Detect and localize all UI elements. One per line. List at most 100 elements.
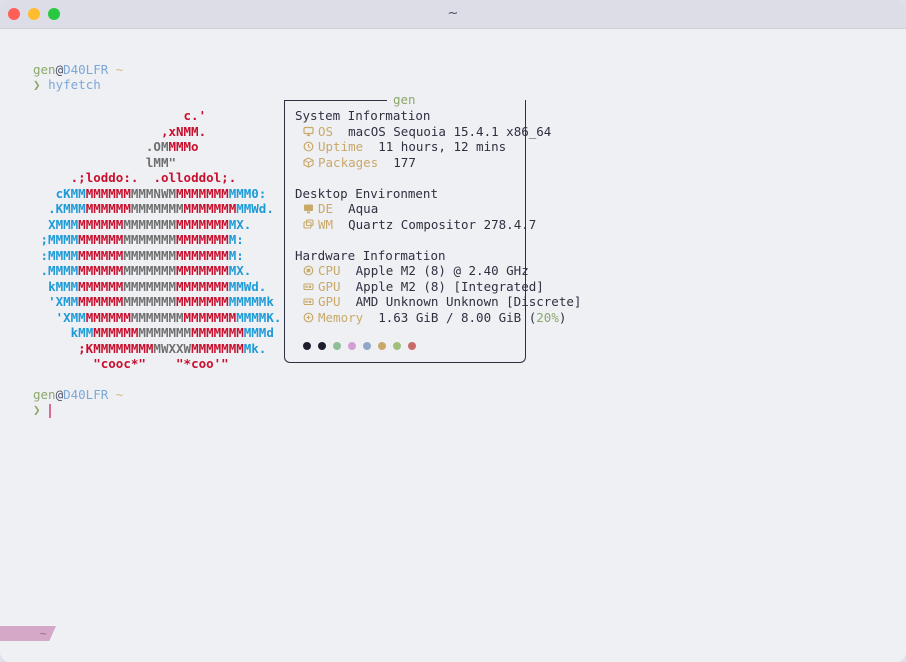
info-key: OS — [318, 123, 334, 139]
info-row: OS macOS Sequoia 15.4.1 x86_64 — [303, 124, 551, 139]
logo-segment: MMMMMMM — [183, 309, 237, 325]
logo-line: lMM" — [33, 155, 176, 170]
logo-segment — [33, 186, 56, 201]
prompt-host: D40LFR — [63, 62, 109, 77]
palette-dot — [318, 342, 326, 350]
info-value: macOS Sequoia 15.4.1 x86_64 — [348, 123, 552, 139]
logo-segment — [33, 155, 146, 170]
logo-segment — [33, 294, 48, 309]
logo-line: kMMMMMMMMMMMMMMMMMMMMMMMMMd — [33, 325, 274, 340]
logo-segment: MMMMMMM — [138, 325, 192, 340]
logo-segment: MX. — [228, 263, 252, 278]
logo-segment: cKMM — [55, 185, 86, 201]
info-key: GPU — [318, 294, 341, 309]
window-title: ~ — [447, 6, 459, 21]
logo-segment: MMMMMM — [78, 263, 124, 278]
info-value: Aqua — [348, 201, 379, 216]
info-row: Uptime 11 hours, 12 mins — [303, 139, 506, 154]
logo-segment — [33, 217, 48, 232]
info-key: GPU — [318, 278, 341, 294]
logo-segment: MMMMMMM — [176, 232, 229, 247]
logo-segment: "cooc*" — [93, 356, 146, 371]
logo-segment: MMMMMM — [85, 309, 131, 325]
logo-segment: kMMM — [48, 278, 79, 294]
logo-segment: MWXXW — [153, 340, 192, 356]
prompt-at: @ — [55, 387, 64, 402]
prompt-dir: ~ — [115, 387, 124, 402]
logo-segment: .MMMM — [40, 263, 79, 278]
logo-segment: MMMMMM — [78, 232, 124, 247]
window-icon — [303, 217, 318, 232]
logo-segment: MMMMMM — [78, 247, 124, 263]
clock-icon — [303, 139, 318, 154]
status-bar: ~ — [0, 626, 63, 641]
logo-segment: ,xNMM. — [160, 123, 207, 139]
logo-segment: MMMo — [168, 139, 199, 154]
logo-segment: MMMMMM — [93, 325, 139, 340]
logo-segment — [33, 139, 146, 154]
logo-segment: MMWd. — [236, 201, 274, 216]
logo-segment: MMMMMMM — [130, 309, 184, 325]
palette-dot — [393, 342, 401, 350]
logo-segment: MMMMMMM — [123, 263, 177, 278]
info-value: Quartz Compositor 278.4.7 — [348, 216, 537, 232]
logo-segment: c.' — [183, 108, 207, 123]
logo-segment: MMWd. — [228, 278, 267, 294]
logo-segment: lMM" — [145, 154, 176, 170]
status-label: ~ — [40, 627, 47, 640]
logo-segment: MMM0: — [228, 185, 267, 201]
logo-segment: ;MMMM — [40, 232, 79, 247]
prompt-host: D40LFR — [63, 387, 109, 402]
palette-dot — [363, 342, 371, 350]
logo-segment: MX. — [228, 216, 252, 232]
logo-segment: M: — [228, 247, 244, 263]
info-row: CPU Apple M2 (8) @ 2.40 GHz — [303, 263, 529, 278]
command-line-1: ❯ hyfetch — [33, 77, 101, 92]
command-line-2[interactable]: ❯ — [33, 402, 52, 418]
logo-segment: Mk. — [243, 340, 267, 356]
logo-segment: .KMMM — [48, 201, 86, 216]
palette-dot — [303, 342, 311, 350]
info-key: WM — [318, 216, 334, 232]
logo-segment: 'XMM — [55, 309, 86, 325]
prompt-line-1: gen@D40LFR ~ — [33, 62, 123, 77]
logo-segment: "*coo'" — [176, 356, 229, 371]
info-row: Packages 177 — [303, 155, 416, 170]
prompt-user: gen — [33, 387, 56, 402]
info-row: GPU Apple M2 (8) [Integrated] — [303, 279, 544, 294]
terminal-content[interactable]: gen@D40LFR ~ ❯ hyfetch c.' ,xNMM. .OMMMM… — [0, 28, 906, 662]
logo-segment: MMMMMMM — [191, 340, 244, 356]
logo-line: 'XMMMMMMMMMMMMMMMMMMMMMMMMMMK. — [33, 309, 282, 325]
palette-dot — [348, 342, 356, 350]
logo-segment: MMMMMMM — [176, 294, 229, 309]
info-key: Memory — [318, 309, 364, 325]
logo-segment: MMMMMMM — [191, 325, 244, 340]
logo-segment: .olloddol;. — [153, 170, 237, 185]
logo-line: c.' — [33, 108, 207, 123]
logo-segment: MMMMMMM — [130, 201, 184, 216]
monitor-icon — [303, 124, 318, 139]
section-title: System Information — [295, 108, 431, 123]
logo-line: :MMMMMMMMMMMMMMMMMMMMMMMMM: — [33, 248, 244, 263]
logo-line: ,xNMM. — [33, 124, 206, 139]
logo-segment — [33, 279, 48, 294]
logo-line: ;MMMMMMMMMMMMMMMMMMMMMMMMM: — [33, 232, 244, 247]
section-title: Desktop Environment — [295, 185, 438, 201]
logo-segment: .OM — [145, 139, 169, 154]
logo-segment: MMMMMMM — [183, 201, 237, 216]
section-title: Hardware Information — [295, 247, 446, 263]
info-value: Apple M2 (8) @ 2.40 GHz — [355, 263, 529, 278]
logo-line: .;loddo:. .olloddol;. — [33, 170, 237, 185]
info-value: Apple M2 (8) [Integrated] — [355, 278, 544, 294]
logo-segment: MMMMMM — [108, 340, 154, 356]
logo-segment: ;KMM — [78, 340, 109, 356]
logo-line: "cooc*" "*coo'" — [33, 356, 229, 371]
logo-line: .OMMMMo — [33, 139, 199, 154]
logo-segment: MMMMMMM — [123, 216, 177, 232]
info-value: 1.63 GiB / 8.00 GiB ( — [378, 309, 537, 325]
terminal-window: ~ gen@D40LFR ~ ❯ hyfetch c.' ,xNMM. .OMM… — [0, 0, 906, 662]
info-row: GPU AMD Unknown Unknown [Discrete] — [303, 294, 581, 309]
logo-segment — [33, 232, 41, 247]
info-box-top-border — [284, 100, 387, 101]
status-tab[interactable] — [0, 626, 56, 641]
